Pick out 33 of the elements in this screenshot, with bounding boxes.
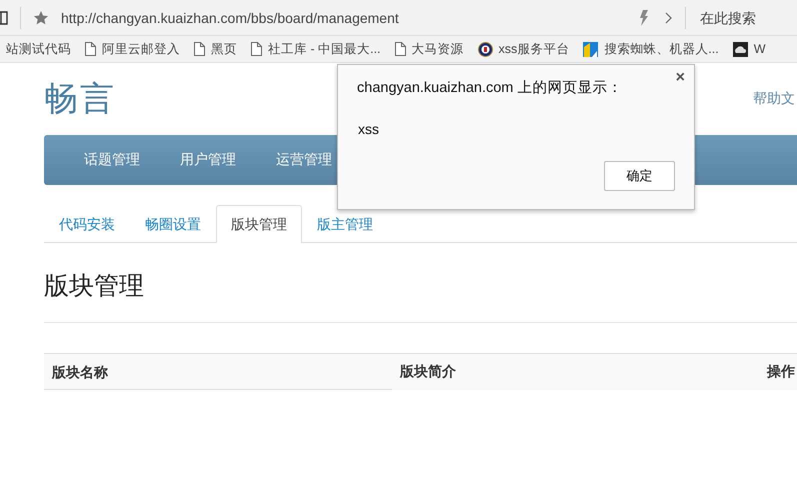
seal-icon (478, 42, 493, 56)
close-button[interactable]: × (676, 69, 685, 87)
tile-icon (583, 42, 598, 56)
url-field[interactable]: http://changyan.kuaizhan.com/bbs/board/management (61, 10, 627, 26)
lightning-icon[interactable] (639, 10, 649, 26)
tab[interactable]: 版块管理 (216, 205, 302, 243)
dialog-message: xss (358, 121, 379, 137)
reading-view-icon[interactable] (0, 10, 8, 26)
top-nav-link[interactable]: 帮助文 (753, 90, 795, 108)
bookmark-link[interactable]: 大马资源 (412, 40, 464, 58)
page-icon (251, 42, 262, 56)
column-header: 操作 (766, 363, 796, 381)
dialog-title: changyan.kuaizhan.com 上的网页显示： (357, 79, 622, 97)
bookmark-link[interactable]: 社工库 - 中国最大... (268, 40, 381, 58)
bookmark-link[interactable]: 阿里云邮登入 (102, 40, 180, 58)
page-icon (194, 42, 205, 56)
bookmark-link[interactable]: W (754, 42, 766, 56)
column-header: 版块简介 (398, 363, 457, 381)
tab[interactable]: 畅圈设置 (130, 205, 216, 242)
bookmark-link[interactable]: xss服务平台 (498, 40, 570, 58)
search-field[interactable]: 在此搜索 (698, 8, 787, 26)
bookmark-link[interactable]: 搜索蜘蛛、机器人... (604, 40, 719, 58)
page-icon (85, 42, 96, 56)
star-icon[interactable] (33, 10, 49, 26)
page-heading: 版块管理 (44, 272, 145, 299)
cloud-icon (732, 42, 748, 56)
bookmark-link[interactable]: 黑页 (211, 40, 237, 58)
tab[interactable]: 代码安装 (44, 205, 130, 242)
site-logo[interactable]: 畅言 (44, 76, 116, 122)
page-icon (394, 42, 406, 56)
chevron-right-icon[interactable] (665, 12, 673, 24)
bookmark-link[interactable]: 站测试代码 (6, 40, 71, 58)
ok-button[interactable]: 确定 (604, 161, 675, 191)
